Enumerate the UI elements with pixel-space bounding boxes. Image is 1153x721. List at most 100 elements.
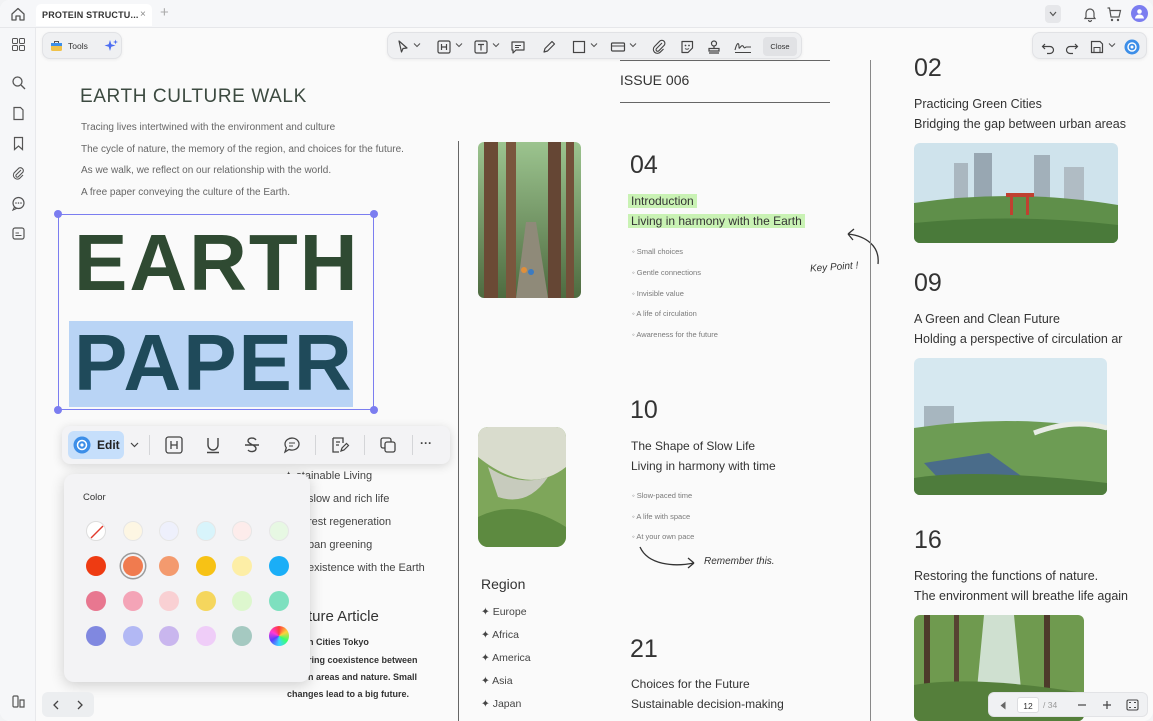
new-tab-button[interactable]: + — [160, 4, 169, 21]
toolbar-separator — [412, 435, 413, 455]
comment-icon[interactable] — [11, 196, 26, 211]
pen-icon[interactable] — [540, 38, 558, 56]
notification-icon[interactable] — [1082, 5, 1098, 23]
close-toolbar-button[interactable]: Close — [763, 37, 797, 56]
color-swatch[interactable] — [268, 556, 289, 576]
color-swatch[interactable] — [159, 521, 179, 541]
stamp-icon[interactable] — [705, 38, 723, 56]
big-title-earth[interactable]: EARTH — [74, 223, 360, 303]
signature-icon[interactable] — [733, 38, 753, 56]
chevron-down-icon — [1049, 11, 1057, 17]
handwritten-note[interactable]: Key Point ! — [810, 260, 859, 274]
page-heading: EARTH CULTURE WALK — [80, 86, 307, 107]
pages-icon[interactable] — [11, 106, 26, 121]
chevron-right-icon[interactable] — [76, 700, 84, 710]
bookmark-icon[interactable] — [11, 136, 26, 151]
intro-line: The cycle of nature, the memory of the r… — [81, 144, 404, 155]
search-icon[interactable] — [11, 75, 26, 90]
color-swatch[interactable] — [86, 591, 106, 611]
handwritten-note[interactable]: Remember this. — [704, 556, 775, 567]
form-field-icon[interactable] — [11, 226, 26, 241]
curved-arrow-icon[interactable] — [638, 543, 698, 571]
user-icon — [1135, 9, 1144, 19]
color-swatch[interactable] — [232, 521, 252, 541]
attachment-icon[interactable] — [11, 166, 26, 181]
comment-icon[interactable] — [282, 435, 302, 455]
shape-icon[interactable] — [570, 38, 588, 56]
section-subtitle-highlighted[interactable]: Living in harmony with the Earth — [628, 214, 805, 228]
section-subtitle: Living in harmony with time — [631, 459, 776, 473]
sticker-icon[interactable] — [678, 38, 696, 56]
chevron-down-icon[interactable] — [455, 41, 463, 49]
ai-sparkle-icon[interactable] — [103, 38, 119, 54]
color-swatch[interactable] — [232, 591, 252, 611]
edit-text-icon[interactable] — [330, 435, 350, 455]
big-title-paper[interactable]: PAPER — [74, 322, 354, 404]
undo-icon[interactable] — [1039, 38, 1057, 56]
edit-button[interactable]: Edit — [68, 431, 124, 459]
avatar[interactable] — [1131, 5, 1148, 22]
section-title: A Green and Clean Future — [914, 312, 1060, 326]
color-swatch[interactable] — [268, 521, 289, 541]
color-swatch[interactable] — [232, 626, 252, 646]
thumbnails-icon[interactable] — [11, 37, 26, 52]
color-swatch[interactable] — [86, 556, 106, 576]
color-swatch[interactable] — [86, 626, 106, 646]
tools-button[interactable]: Tools — [68, 41, 88, 51]
color-swatch[interactable] — [122, 521, 143, 541]
document-tab[interactable]: PROTEIN STRUCTU... × — [36, 4, 152, 26]
page-number-input[interactable]: 12 — [1017, 697, 1039, 713]
color-swatch[interactable] — [268, 591, 289, 611]
strikethrough-icon[interactable] — [242, 435, 262, 455]
section-title-highlighted[interactable]: Introduction — [628, 194, 697, 208]
home-icon[interactable] — [10, 6, 26, 22]
cart-icon[interactable] — [1106, 5, 1122, 23]
more-options-button[interactable]: ··· — [420, 436, 432, 450]
color-swatch[interactable] — [232, 556, 252, 576]
resize-handle[interactable] — [370, 210, 378, 218]
color-swatch[interactable] — [195, 626, 216, 646]
text-box-icon[interactable] — [435, 38, 453, 56]
window-menu-button[interactable] — [1045, 5, 1061, 23]
color-swatch[interactable] — [195, 521, 216, 541]
chevron-down-icon[interactable] — [1108, 41, 1116, 49]
fit-page-icon[interactable] — [1126, 699, 1139, 711]
chevron-left-icon[interactable] — [52, 700, 60, 710]
zoom-in-icon[interactable] — [1102, 700, 1112, 710]
stamp-box-icon[interactable] — [609, 38, 627, 56]
chevron-down-icon[interactable] — [130, 441, 139, 449]
text-tool-icon[interactable] — [472, 38, 490, 56]
note-icon[interactable] — [509, 38, 527, 56]
heading-format-icon[interactable] — [164, 435, 184, 455]
layout-icon[interactable] — [11, 694, 26, 709]
chevron-down-icon[interactable] — [413, 41, 421, 49]
bullet-item: ◦ Slow-paced time — [632, 491, 693, 500]
color-swatch[interactable] — [159, 626, 179, 646]
color-swatch[interactable] — [122, 626, 143, 646]
zoom-out-icon[interactable] — [1077, 700, 1087, 710]
color-swatch[interactable] — [195, 591, 216, 611]
chevron-down-icon[interactable] — [590, 41, 598, 49]
ai-assistant-icon[interactable] — [1123, 38, 1141, 56]
color-swatch[interactable] — [122, 591, 143, 611]
chevron-down-icon[interactable] — [492, 41, 500, 49]
underline-icon[interactable] — [203, 435, 223, 455]
redo-icon[interactable] — [1063, 38, 1081, 56]
chevron-down-icon[interactable] — [629, 41, 637, 49]
select-cursor-icon[interactable] — [394, 38, 412, 56]
previous-page-icon[interactable] — [999, 701, 1007, 710]
save-icon[interactable] — [1088, 38, 1106, 56]
color-swatch[interactable] — [122, 556, 143, 576]
copy-icon[interactable] — [378, 435, 398, 455]
resize-handle[interactable] — [370, 406, 378, 414]
color-popup-title: Color — [83, 492, 106, 503]
attach-file-icon[interactable] — [650, 38, 668, 56]
resize-handle[interactable] — [54, 210, 62, 218]
color-swatch[interactable] — [159, 556, 179, 576]
color-swatch[interactable] — [159, 591, 179, 611]
tab-close-icon[interactable]: × — [140, 9, 146, 20]
color-swatch[interactable] — [268, 626, 289, 646]
resize-handle[interactable] — [54, 406, 62, 414]
color-swatch[interactable] — [195, 556, 216, 576]
color-swatch[interactable] — [86, 521, 106, 541]
